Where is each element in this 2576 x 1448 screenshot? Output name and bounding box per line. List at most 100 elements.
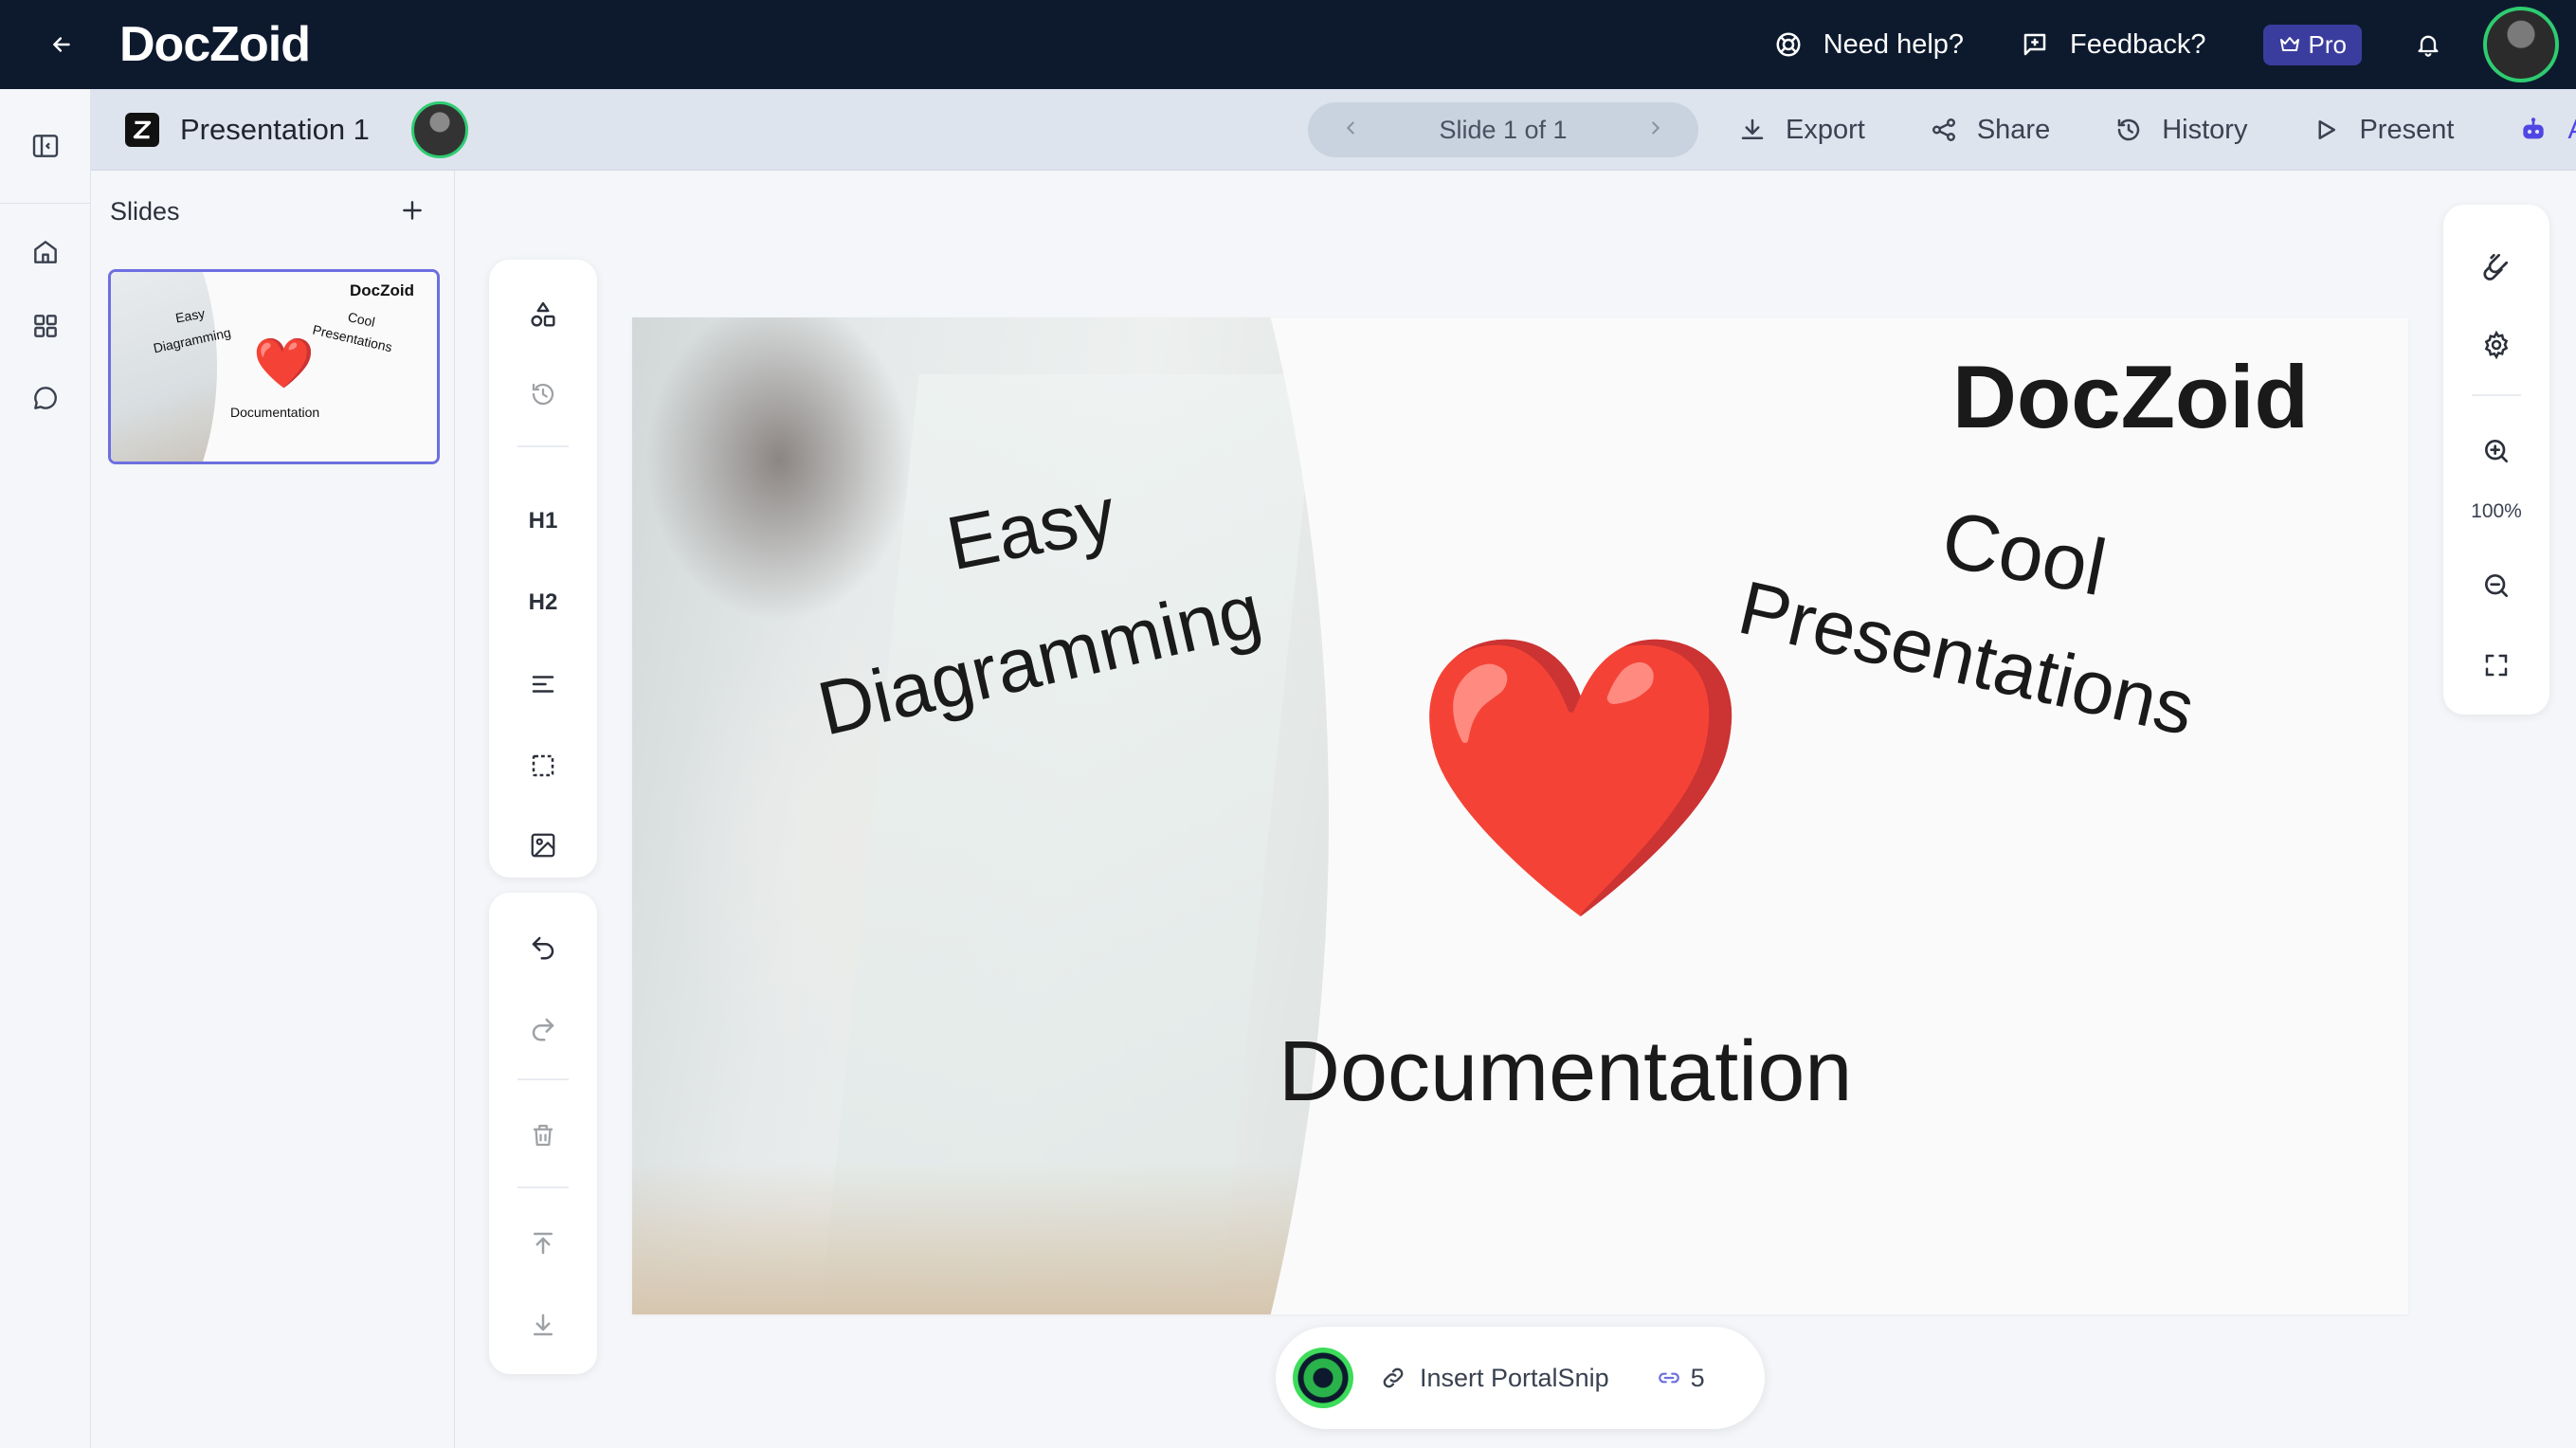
slide-text-documentation[interactable]: Documentation <box>1279 1023 1852 1121</box>
zoom-out-button[interactable] <box>2474 563 2519 608</box>
insert-tools-palette: H1 H2 <box>489 260 597 878</box>
collaborator-avatar[interactable] <box>411 101 468 158</box>
heart-emoji[interactable]: ❤️ <box>1409 640 1751 914</box>
slide-navigator: Slide 1 of 1 <box>1308 102 1698 157</box>
need-help-link[interactable]: Need help? <box>1774 29 1964 61</box>
slide-thumbnail-1[interactable]: DocZoid Easy Diagramming Cool Presentati… <box>108 269 440 464</box>
bring-to-front-button[interactable] <box>520 1221 566 1266</box>
frame-tool[interactable] <box>520 743 566 788</box>
grid-icon <box>34 315 57 337</box>
ai-button[interactable]: AI <box>2518 115 2576 146</box>
floor-shade <box>632 1163 1329 1314</box>
export-label: Export <box>1786 114 1865 145</box>
brand-logo[interactable]: DocZoid <box>119 9 311 80</box>
history-icon <box>2117 118 2140 141</box>
zoom-in-icon <box>2485 440 2508 462</box>
need-help-label: Need help? <box>1823 28 1965 60</box>
trash-icon <box>534 1124 553 1147</box>
notifications-button[interactable] <box>2409 26 2447 63</box>
text-tool[interactable] <box>520 661 566 707</box>
pro-badge[interactable]: Pro <box>2262 24 2362 65</box>
history-icon <box>532 383 554 406</box>
slide-canvas[interactable]: DocZoid Easy Diagramming Cool Presentati… <box>632 317 2408 1314</box>
thumbnail-cool: Cool <box>346 309 377 330</box>
present-button[interactable]: Present <box>2312 115 2454 146</box>
crown-icon <box>2279 37 2299 51</box>
ai-label: AI <box>2567 115 2576 146</box>
portalsnip-count-value: 5 <box>1690 1363 1705 1392</box>
feedback-label: Feedback? <box>2070 28 2206 60</box>
heading-2-tool[interactable]: H2 <box>520 580 566 625</box>
redo-button[interactable] <box>520 1006 566 1052</box>
slide-text-presentations[interactable]: Presentations <box>1731 564 2203 753</box>
slide-text-cool[interactable]: Cool <box>1934 493 2113 614</box>
document-actions: Export Share History Present AI <box>1645 89 2576 171</box>
undo-icon <box>532 936 554 960</box>
settings-button[interactable] <box>2474 322 2519 368</box>
document-title[interactable]: Presentation 1 <box>180 113 370 147</box>
portalsnip-count[interactable]: 5 <box>1657 1364 1705 1393</box>
zoom-in-button[interactable] <box>2474 428 2519 474</box>
thumbnail-documentation: Documentation <box>230 405 320 420</box>
history-button[interactable]: History <box>2114 115 2247 146</box>
image-tool[interactable] <box>520 823 566 868</box>
fullscreen-icon <box>2485 654 2508 677</box>
arrow-down-to-line-icon <box>534 1313 553 1336</box>
plus-icon <box>403 201 422 220</box>
shapes-icon <box>531 301 555 327</box>
chat-bubble-icon <box>34 387 57 409</box>
tool-divider <box>517 445 569 447</box>
home-icon <box>34 241 57 263</box>
send-to-back-button[interactable] <box>520 1302 566 1348</box>
zoom-out-icon <box>2485 574 2508 597</box>
link-icon <box>1658 1372 1679 1384</box>
comments-button[interactable] <box>23 375 68 421</box>
sidebar-toggle-icon <box>32 135 59 157</box>
top-navbar: DocZoid Need help? Feedback? Pro <box>0 0 2576 89</box>
portalsnip-logo-icon[interactable] <box>1293 1348 1353 1408</box>
pro-label: Pro <box>2308 29 2347 59</box>
delete-button[interactable] <box>520 1113 566 1158</box>
insert-portalsnip-label: Insert PortalSnip <box>1420 1363 1609 1392</box>
export-button[interactable]: Export <box>1738 115 1865 146</box>
bell-icon <box>2418 35 2439 57</box>
arrow-up-to-line-icon <box>534 1232 553 1255</box>
share-label: Share <box>1976 114 2051 145</box>
document-title-area: Presentation 1 <box>125 89 370 171</box>
back-button[interactable] <box>38 21 85 68</box>
arrow-left-icon <box>53 37 70 52</box>
feedback-link[interactable]: Feedback? <box>2021 29 2206 61</box>
link-icon <box>1383 1367 1404 1388</box>
undo-button[interactable] <box>520 925 566 970</box>
share-button[interactable]: Share <box>1930 115 2050 146</box>
magnet-snap-button[interactable] <box>2474 243 2519 288</box>
slide-title[interactable]: DocZoid <box>1952 346 2309 448</box>
fullscreen-button[interactable] <box>2474 643 2519 688</box>
dashed-square-icon <box>532 754 554 777</box>
heading-1-tool[interactable]: H1 <box>520 498 566 544</box>
user-avatar[interactable] <box>2483 7 2559 82</box>
document-toolbar: Presentation 1 Slide 1 of 1 Export Share… <box>91 89 2576 171</box>
chevron-left-icon <box>1346 120 1354 135</box>
shapes-tool[interactable] <box>520 292 566 337</box>
thumbnail-canvas: DocZoid Easy Diagramming Cool Presentati… <box>111 272 437 462</box>
view-tool-divider <box>2472 394 2521 396</box>
toggle-sidebar-button[interactable] <box>23 123 68 169</box>
prev-slide-button[interactable] <box>1340 116 1361 145</box>
add-slide-button[interactable] <box>393 191 431 229</box>
insert-portalsnip-button[interactable]: Insert PortalSnip <box>1380 1364 1609 1393</box>
gear-icon <box>2484 330 2509 360</box>
play-icon <box>2318 120 2336 139</box>
zoom-level: 100% <box>2471 500 2522 522</box>
rail-divider <box>0 203 91 204</box>
recent-tool[interactable] <box>520 371 566 417</box>
dashboard-button[interactable] <box>23 303 68 349</box>
edit-tools-palette <box>489 893 597 1374</box>
slides-header: Slides <box>110 197 180 226</box>
slide-indicator: Slide 1 of 1 <box>1439 115 1568 144</box>
slide-background-photo[interactable] <box>632 317 1329 1314</box>
top-right-actions: Need help? Feedback? Pro <box>1774 0 2559 89</box>
home-button[interactable] <box>23 229 68 275</box>
download-icon <box>1741 118 1764 139</box>
portalsnip-bar: Insert PortalSnip 5 <box>1276 1327 1765 1429</box>
